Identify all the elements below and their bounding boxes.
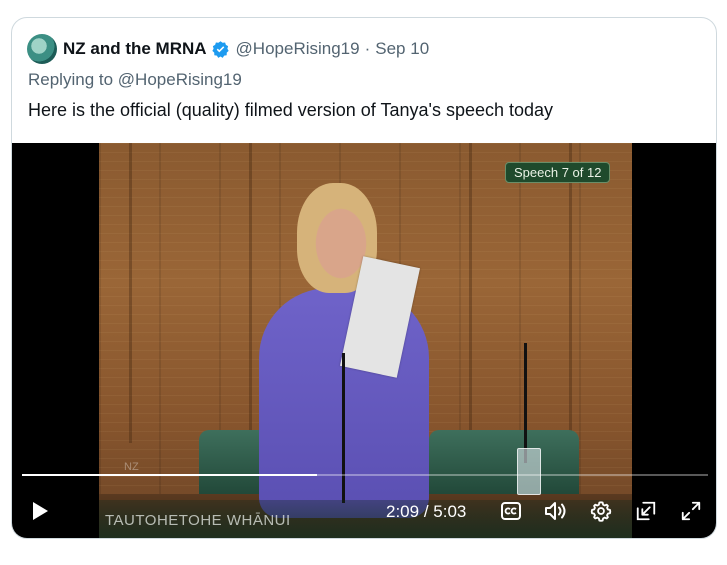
picture-in-picture-button[interactable] [632, 495, 660, 531]
progress-fill [22, 474, 317, 476]
microphone [524, 343, 527, 463]
video-frame[interactable]: Speech 7 of 12 NZ TAUTOHETOHE WHĀNUI [99, 143, 632, 538]
tweet-card[interactable]: NZ and the MRNA @HopeRising19 · Sep 10 R… [11, 17, 717, 539]
green-bench [429, 430, 579, 500]
gear-icon [590, 500, 612, 527]
volume-button[interactable] [541, 495, 571, 531]
replying-to-handle[interactable]: @HopeRising19 [118, 70, 242, 89]
water-glass [517, 448, 541, 495]
speech-number-badge: Speech 7 of 12 [505, 162, 611, 183]
video-controls: 2:09 / 5:03 [12, 495, 716, 531]
play-button[interactable] [26, 495, 54, 531]
fullscreen-button[interactable] [677, 495, 705, 531]
wood-panel-line [249, 143, 252, 443]
wood-panel-line [569, 143, 572, 443]
verified-badge-icon[interactable] [211, 40, 230, 59]
tweet-text: Here is the official (quality) filmed ve… [28, 100, 554, 120]
duration: 5:03 [433, 502, 467, 521]
fullscreen-icon [680, 500, 702, 527]
time-separator: / [423, 502, 429, 521]
progress-bar[interactable] [22, 474, 708, 476]
current-time: 2:09 [386, 502, 420, 521]
replying-to-prefix: Replying to [28, 70, 114, 89]
author-handle[interactable]: @HopeRising19 [236, 39, 360, 59]
captions-icon [500, 501, 522, 526]
time-display: 2:09 / 5:03 [386, 502, 466, 522]
wood-panel-line [129, 143, 132, 443]
captions-button[interactable] [498, 495, 524, 531]
microphone [342, 353, 345, 503]
tweet-date[interactable]: Sep 10 [375, 39, 429, 59]
crest-watermark: NZ [124, 461, 139, 473]
settings-button[interactable] [587, 495, 615, 531]
video-player[interactable]: Speech 7 of 12 NZ TAUTOHETOHE WHĀNUI 2:0… [12, 143, 716, 538]
volume-icon [543, 500, 569, 527]
avatar[interactable] [27, 34, 57, 64]
author-name[interactable]: NZ and the MRNA [63, 39, 207, 59]
tweet-header: NZ and the MRNA @HopeRising19 · Sep 10 [27, 33, 429, 65]
wood-panel-line [469, 143, 472, 443]
picture-in-picture-icon [635, 500, 657, 527]
header-separator: · [364, 39, 371, 58]
play-icon [30, 500, 50, 527]
replying-to-line: Replying to @HopeRising19 [28, 70, 242, 90]
